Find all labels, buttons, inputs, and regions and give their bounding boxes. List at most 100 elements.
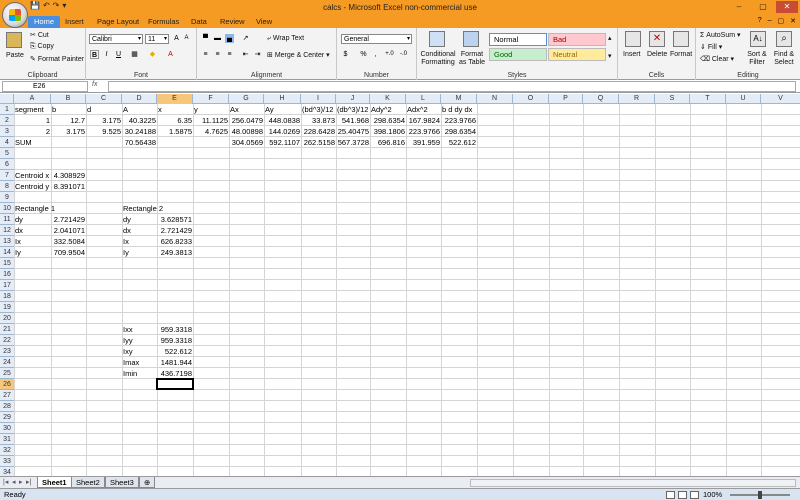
percent-button[interactable]: % (359, 50, 368, 59)
cell[interactable]: 4.308929 (51, 170, 86, 181)
column-header[interactable]: V (761, 94, 800, 104)
decrease-indent-icon[interactable]: ⇤ (241, 50, 250, 59)
column-header[interactable]: E (157, 94, 193, 104)
format-as-table-button[interactable]: Format as Table (457, 51, 487, 67)
row-header[interactable]: 26 (0, 379, 14, 390)
borders-icon[interactable]: ▦ (130, 50, 139, 59)
cell[interactable]: 332.5084 (51, 236, 86, 247)
select-all-corner[interactable] (0, 94, 14, 104)
row-header[interactable]: 25 (0, 368, 14, 379)
cell[interactable]: Imax (122, 357, 157, 368)
column-header[interactable]: J (336, 94, 370, 104)
cell[interactable]: 30.24188 (122, 126, 157, 137)
italic-button[interactable]: I (102, 50, 111, 59)
column-header[interactable]: P (549, 94, 583, 104)
row-header[interactable]: 27 (0, 390, 14, 401)
cell[interactable]: Adx^2 (406, 104, 441, 115)
cell[interactable]: 223.9766 (406, 126, 441, 137)
column-header[interactable]: D (122, 94, 157, 104)
cell[interactable]: 11.1125 (193, 115, 229, 126)
cell[interactable]: 448.0838 (264, 115, 301, 126)
cell[interactable]: 959.3318 (157, 335, 193, 346)
cut-button[interactable]: ✂ Cut (30, 31, 49, 39)
cell[interactable]: d (86, 104, 122, 115)
column-header[interactable]: H (264, 94, 301, 104)
cell[interactable]: (db^3)/12 (336, 104, 370, 115)
conditional-formatting-icon[interactable] (429, 31, 445, 47)
cell[interactable]: Iyy (122, 335, 157, 346)
style-normal[interactable]: Normal (489, 33, 547, 46)
row-header[interactable]: 3 (0, 126, 14, 137)
cell[interactable]: Centroid x (14, 170, 51, 181)
cell[interactable]: 6.35 (157, 115, 193, 126)
cell[interactable]: dx (14, 225, 51, 236)
ribbon-restore-icon[interactable]: ▢ (778, 17, 785, 25)
cell[interactable]: SUM (14, 137, 51, 148)
row-header[interactable]: 32 (0, 445, 14, 456)
row-header[interactable]: 20 (0, 313, 14, 324)
cell[interactable]: Ix (14, 236, 51, 247)
cell[interactable]: 3.175 (86, 115, 122, 126)
normal-view-icon[interactable] (666, 491, 675, 499)
fill-button[interactable]: ⇓ Fill ▾ (700, 43, 722, 51)
shrink-font-icon[interactable]: A (182, 34, 191, 43)
cell[interactable]: 228.6428 (301, 126, 336, 137)
first-sheet-icon[interactable]: |◂ (3, 478, 8, 486)
tab-data[interactable]: Data (191, 16, 207, 28)
row-header[interactable]: 9 (0, 192, 14, 203)
row-header[interactable]: 13 (0, 236, 14, 247)
cell[interactable]: 2 (14, 126, 51, 137)
align-center-icon[interactable]: ≡ (213, 50, 222, 59)
row-header[interactable]: 18 (0, 291, 14, 302)
delete-cells-icon[interactable]: ✕ (649, 31, 665, 47)
row-header[interactable]: 8 (0, 181, 14, 192)
row-header[interactable]: 21 (0, 324, 14, 335)
tab-formulas[interactable]: Formulas (148, 16, 179, 28)
cell[interactable]: 2.721429 (51, 214, 86, 225)
wrap-text-button[interactable]: ⤶ Wrap Text (267, 35, 304, 43)
workbook-close-icon[interactable]: ✕ (790, 17, 796, 25)
column-header[interactable]: C (86, 94, 122, 104)
cell[interactable]: 167.9824 (406, 115, 441, 126)
find-select-button[interactable]: Find & Select (770, 51, 798, 67)
row-header[interactable]: 6 (0, 159, 14, 170)
cell[interactable]: 696.816 (370, 137, 406, 148)
cell[interactable]: 3.175 (51, 126, 86, 137)
row-header[interactable]: 10 (0, 203, 14, 214)
maximize-button[interactable]: ▢ (752, 1, 774, 13)
cell[interactable]: 304.0569 (229, 137, 264, 148)
cell[interactable]: 4.7625 (193, 126, 229, 137)
sheet-tab-sheet3[interactable]: Sheet3 (105, 477, 139, 488)
last-sheet-icon[interactable]: ▸| (26, 478, 31, 486)
row-header[interactable]: 30 (0, 423, 14, 434)
row-header[interactable]: 19 (0, 302, 14, 313)
tab-insert[interactable]: Insert (65, 16, 84, 28)
align-middle-icon[interactable]: ▬ (213, 34, 222, 43)
help-icon[interactable]: ? (758, 17, 762, 25)
font-color-icon[interactable]: A (166, 50, 175, 59)
zoom-level[interactable]: 100% (703, 490, 722, 499)
cell[interactable]: 522.612 (157, 346, 193, 357)
active-cell[interactable] (156, 378, 194, 390)
cell[interactable]: 541.968 (336, 115, 370, 126)
cell[interactable]: 959.3318 (157, 324, 193, 335)
orientation-icon[interactable]: ↗ (241, 34, 250, 43)
insert-cells-icon[interactable] (625, 31, 641, 47)
cell[interactable]: dy (122, 214, 157, 225)
sort-filter-button[interactable]: Sort & Filter (744, 51, 770, 67)
column-header[interactable]: O (513, 94, 549, 104)
styles-scroll-up-icon[interactable]: ▴ (608, 34, 612, 42)
next-sheet-icon[interactable]: ▸ (19, 478, 23, 486)
cell[interactable]: 40.3225 (122, 115, 157, 126)
row-header[interactable]: 14 (0, 247, 14, 258)
row-header[interactable]: 33 (0, 456, 14, 467)
increase-decimal-icon[interactable]: +.0 (385, 50, 394, 59)
cell[interactable]: 2.721429 (157, 225, 193, 236)
tab-view[interactable]: View (256, 16, 272, 28)
tab-home[interactable]: Home (28, 16, 61, 28)
column-header[interactable]: L (406, 94, 441, 104)
cell[interactable]: 262.5158 (301, 137, 336, 148)
row-header[interactable]: 1 (0, 104, 14, 115)
page-layout-view-icon[interactable] (678, 491, 687, 499)
font-name-select[interactable]: Calibri (89, 34, 143, 44)
